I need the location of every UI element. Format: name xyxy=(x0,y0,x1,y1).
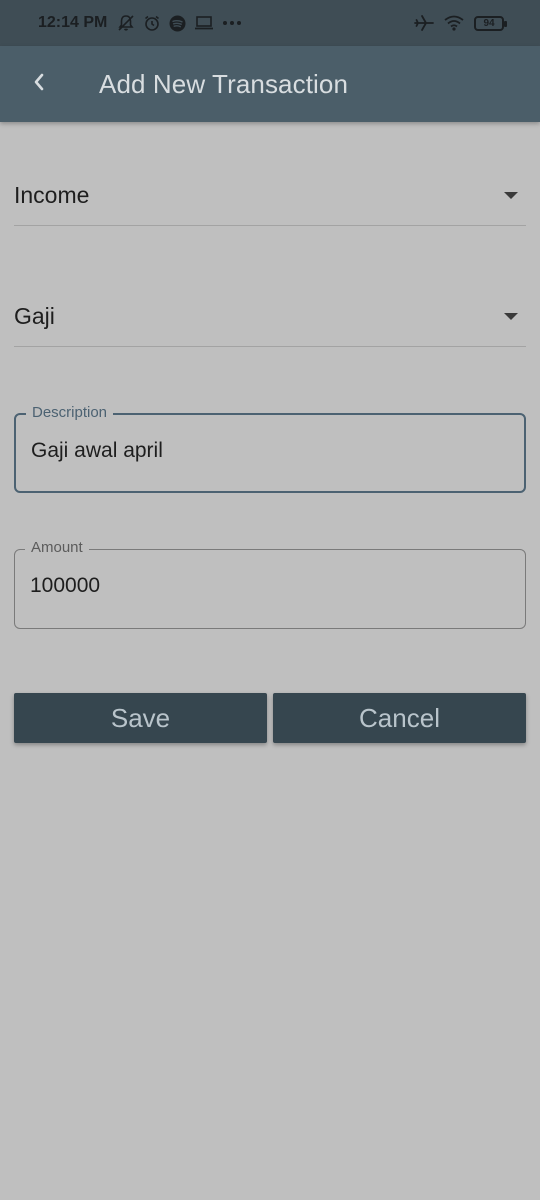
dropdown-arrow-icon xyxy=(504,312,518,321)
transaction-type-value: Income xyxy=(14,182,90,208)
chevron-left-icon xyxy=(32,72,46,97)
status-time: 12:14 PM xyxy=(38,14,108,31)
status-icons-right: 94 xyxy=(414,14,507,32)
cancel-button[interactable]: Cancel xyxy=(273,693,526,743)
wifi-icon xyxy=(444,15,464,31)
status-bar: 12:14 PM 94 xyxy=(0,0,540,46)
amount-label: Amount xyxy=(25,539,89,556)
airplane-mode-icon xyxy=(414,14,434,32)
add-transaction-screen: 12:14 PM 94 Add New Transaction Income G… xyxy=(0,0,540,1200)
amount-field[interactable]: Amount xyxy=(14,539,526,629)
transaction-type-dropdown[interactable]: Income xyxy=(14,166,526,226)
description-input[interactable] xyxy=(31,439,509,463)
dropdown-arrow-icon xyxy=(504,191,518,200)
notifications-off-icon xyxy=(117,14,135,32)
spotify-icon xyxy=(169,15,186,32)
app-bar: Add New Transaction xyxy=(0,46,540,122)
description-field[interactable]: Description xyxy=(14,404,526,493)
more-dots-icon xyxy=(222,20,242,26)
amount-input[interactable] xyxy=(30,574,510,598)
status-icons-left xyxy=(117,14,242,32)
category-dropdown[interactable]: Gaji xyxy=(14,287,526,347)
back-button[interactable] xyxy=(17,62,61,106)
category-value: Gaji xyxy=(14,303,55,329)
save-button[interactable]: Save xyxy=(14,693,267,743)
page-title: Add New Transaction xyxy=(99,68,349,99)
battery-icon: 94 xyxy=(474,15,507,31)
laptop-icon xyxy=(194,15,214,31)
alarm-icon xyxy=(143,14,161,32)
description-label: Description xyxy=(26,404,114,421)
